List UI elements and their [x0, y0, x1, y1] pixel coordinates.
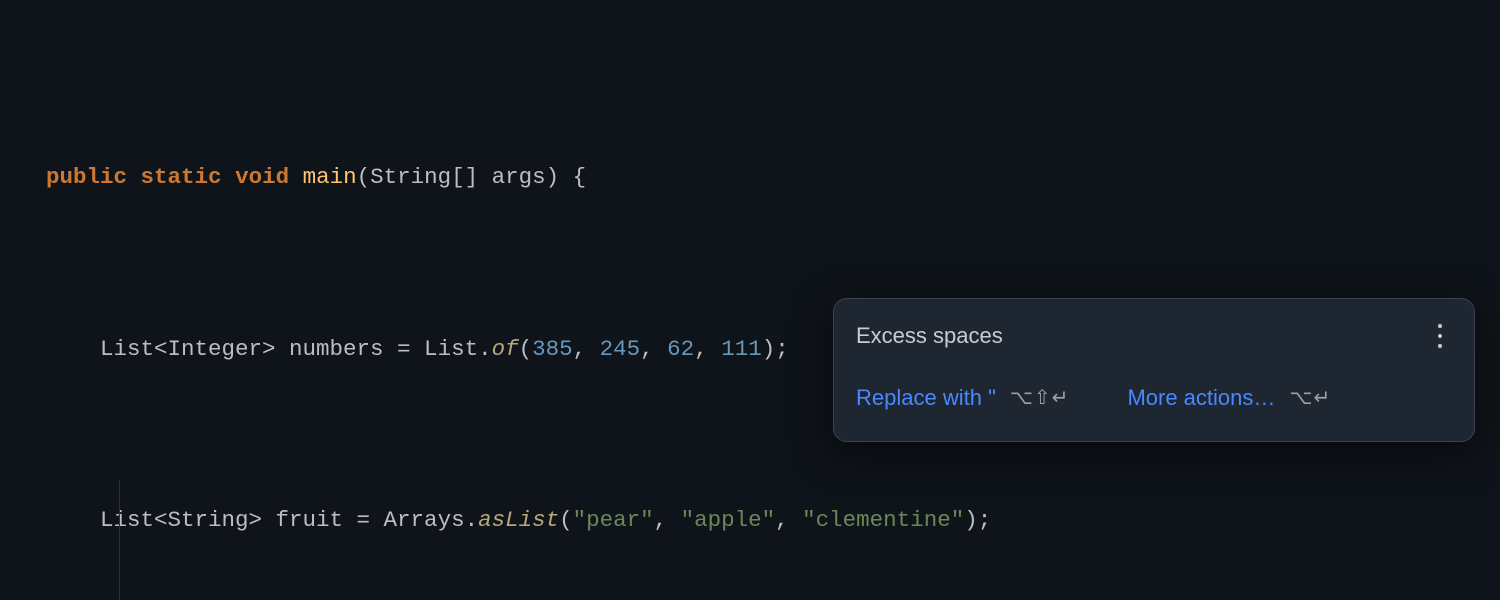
string-literal: "clementine": [802, 507, 964, 533]
code-line[interactable]: List<String> fruit = Arrays.asList("pear…: [46, 499, 1500, 542]
code-text: List<Integer> numbers = List.: [46, 336, 492, 362]
replace-with-action[interactable]: Replace with " ⌥⇧↵: [856, 377, 1069, 419]
code-editor[interactable]: public static void main(String[] args) {…: [0, 0, 1500, 600]
static-call: of: [492, 336, 519, 362]
method-name: main: [303, 164, 357, 190]
keyword-void: void: [235, 164, 289, 190]
number-literal: 111: [721, 336, 762, 362]
string-literal: "apple": [681, 507, 776, 533]
action-label: Replace with ": [856, 377, 996, 419]
indent-guide: [119, 480, 120, 600]
code-text: List<String> fruit = Arrays.: [46, 507, 478, 533]
action-label: More actions…: [1127, 377, 1275, 419]
number-literal: 245: [600, 336, 641, 362]
code-text: (String[] args) {: [357, 164, 587, 190]
number-literal: 385: [532, 336, 573, 362]
keyboard-shortcut: ⌥↵: [1289, 379, 1331, 417]
keyword-public: public: [46, 164, 127, 190]
keyboard-shortcut: ⌥⇧↵: [1010, 379, 1070, 417]
number-literal: 62: [667, 336, 694, 362]
kebab-menu-icon[interactable]: [1428, 321, 1452, 351]
static-call: asList: [478, 507, 559, 533]
keyword-static: static: [141, 164, 222, 190]
code-line[interactable]: public static void main(String[] args) {: [46, 156, 1500, 199]
more-actions-action[interactable]: More actions… ⌥↵: [1127, 377, 1331, 419]
string-literal: "pear": [573, 507, 654, 533]
quick-fix-popup[interactable]: Excess spaces Replace with " ⌥⇧↵ More ac…: [833, 298, 1475, 442]
punct: (: [519, 336, 533, 362]
popup-title: Excess spaces: [856, 315, 1003, 357]
